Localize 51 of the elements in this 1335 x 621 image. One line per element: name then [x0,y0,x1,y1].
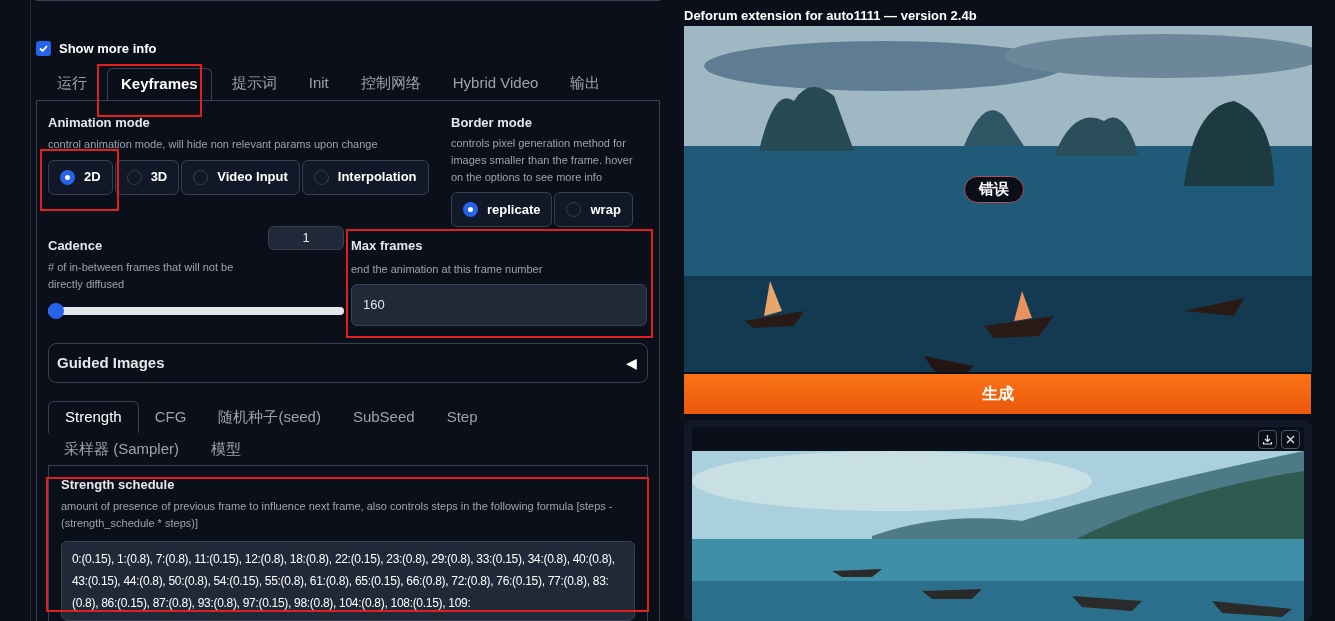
tab[interactable]: 输出 [558,67,613,100]
accordion-title: Guided Images [57,352,165,373]
radio-button[interactable] [60,169,75,185]
field-label: Max frames [351,237,423,255]
tab[interactable]: Keyframes [107,67,212,100]
tab[interactable]: 提示词 [219,67,289,100]
accordion-header[interactable]: Guided Images ◀ [48,343,648,383]
tab[interactable]: Init [296,67,341,100]
field-label: Border mode [451,113,532,132]
radio-button[interactable] [193,169,209,185]
tab[interactable]: CFG [138,401,203,433]
download-icon [1262,433,1273,445]
radio-option[interactable]: 2D [48,159,113,195]
download-button[interactable] [1258,429,1277,449]
radio-button[interactable] [313,169,329,185]
number-field[interactable]: 1 [268,226,344,250]
tab[interactable]: SubSeed [336,401,431,433]
slider-thumb[interactable] [48,302,64,319]
field-description: control animation mode, will hide non relevant params upon change [48,137,379,152]
radio-button[interactable] [126,169,142,185]
text-area[interactable]: 0:(0.15), 1:(0.8), 7:(0.8), 11:(0.15), 12:(0.8), 18:(0.8), 22:(0.15), 23:(0.8), 29:(0.8), 33:(0.15), 34:(0.8), 40:(0.8), 43:(0.15), 44:(0.8), 50:(0.8), 54:(0.15), 55:(0.8), 61:(0.8), 65:(0.15), 66:(0.8), 72:(0.8), 76:(0.15), 77:(0.8), 83:(0.8), 86:(0.15), 87:(0.8), 93:(0.8), 97:(0.15), 98:(0.8), 104:(0.8), 108:(0.15), 109: [61,540,635,621]
field-description: controls pixel generation method for images smaller than the frame. hover on the options to see more info [451,136,634,185]
field-description: amount of presence of previous frame to influence next frame, also controls steps in the following formula [steps - (strength_schedule * steps)] [61,498,614,531]
field-label: Animation mode [48,113,150,132]
field-label: Strength schedule [61,476,175,494]
field-description: # of in-between frames that will not be directly diffused [48,259,235,292]
radio-option[interactable]: replicate [451,192,553,227]
tab[interactable]: Step [430,401,494,433]
field-label: Cadence [48,237,104,255]
tab[interactable]: 运行 [45,67,99,100]
radio-option[interactable]: Video Input [181,159,300,195]
collapse-toggle[interactable]: ◀ [626,352,637,374]
close-button[interactable] [1281,429,1300,449]
tab[interactable]: Strength [48,401,139,433]
tab[interactable]: 采样器 (Sampler) [48,433,195,465]
tab[interactable]: 模型 [195,433,257,465]
checkbox-label: Show more info [59,40,157,58]
radio-option[interactable]: 3D [114,159,180,195]
radio-option[interactable]: Interpolation [301,159,429,195]
tab[interactable]: 控制网络 [348,67,433,100]
tab[interactable]: Hybrid Video [440,67,551,100]
tab[interactable]: 随机种子(seed) [202,401,337,433]
checkbox[interactable] [36,41,51,57]
radio-option[interactable]: wrap [554,192,633,227]
close-icon [1286,434,1295,444]
number-field[interactable]: 160 [351,284,647,326]
radio-button[interactable] [463,202,478,217]
field-description: end the animation at this frame number [351,261,544,277]
extension-title: Deforum extension for auto1111 — version 2.4b [684,7,978,25]
check-icon [38,43,49,55]
radio-button[interactable] [566,202,582,217]
